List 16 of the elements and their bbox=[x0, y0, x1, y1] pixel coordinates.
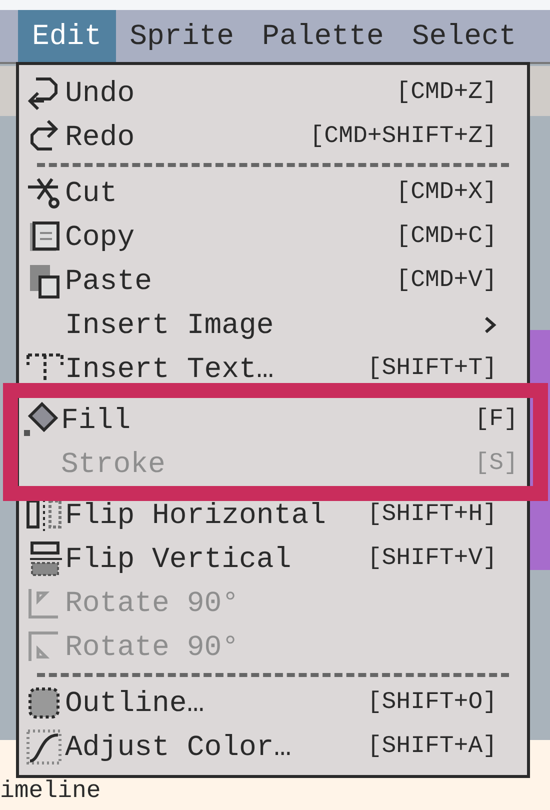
menu-item[interactable]: Insert Text… [SHIFT+T] bbox=[19, 347, 527, 391]
menu-tab[interactable]: Edit bbox=[18, 10, 116, 62]
menu-item[interactable]: Flip Horizontal [SHIFT+H] bbox=[19, 493, 527, 537]
menu-tab[interactable]: Sprite bbox=[116, 10, 248, 62]
menu-item[interactable]: Paste [CMD+V] bbox=[19, 259, 527, 303]
menu-item[interactable]: Cut [CMD+X] bbox=[19, 171, 527, 215]
menu-item[interactable]: Undo [CMD+Z] bbox=[19, 71, 527, 115]
menu-tab[interactable]: Palette bbox=[248, 10, 398, 62]
menu-item[interactable]: Flip Vertical [SHIFT+V] bbox=[19, 537, 527, 581]
timeline-label: imeline bbox=[0, 780, 101, 804]
menu-item[interactable]: Copy [CMD+C] bbox=[19, 215, 527, 259]
menu-tab[interactable]: Select bbox=[398, 10, 530, 62]
menu-item[interactable]: Adjust Color… [SHIFT+A] bbox=[19, 725, 527, 769]
menu-item[interactable]: Outline… [SHIFT+O] bbox=[19, 681, 527, 725]
menu-item[interactable]: Redo [CMD+SHIFT+Z] bbox=[19, 115, 527, 159]
menu-item[interactable]: Insert Image bbox=[19, 303, 527, 347]
